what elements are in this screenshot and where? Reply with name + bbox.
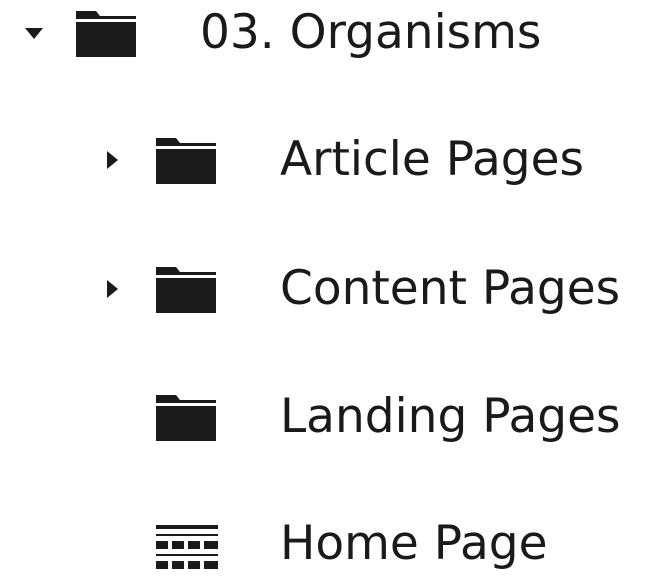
tree-node-label: Landing Pages	[280, 389, 621, 444]
tree-node-home-page[interactable]: Home Page	[0, 512, 669, 576]
layout-grid-icon	[152, 512, 220, 576]
tree-node-organisms[interactable]: 03. Organisms	[0, 1, 669, 65]
folder-icon	[152, 128, 220, 192]
caret-right-icon[interactable]	[100, 257, 124, 321]
caret-down-icon[interactable]	[22, 1, 46, 65]
folder-icon	[152, 385, 220, 449]
tree-node-label: Home Page	[280, 516, 548, 571]
tree-node-label: Content Pages	[280, 261, 621, 316]
tree-node-article-pages[interactable]: Article Pages	[0, 128, 669, 192]
tree-node-label: 03. Organisms	[200, 5, 542, 60]
tree-node-landing-pages[interactable]: Landing Pages	[0, 385, 669, 449]
page-tree: 03. Organisms Article Pages Content Page…	[0, 0, 669, 578]
folder-icon	[72, 1, 140, 65]
tree-node-label: Article Pages	[280, 132, 584, 187]
tree-node-content-pages[interactable]: Content Pages	[0, 257, 669, 321]
caret-right-icon[interactable]	[100, 128, 124, 192]
folder-icon	[152, 257, 220, 321]
